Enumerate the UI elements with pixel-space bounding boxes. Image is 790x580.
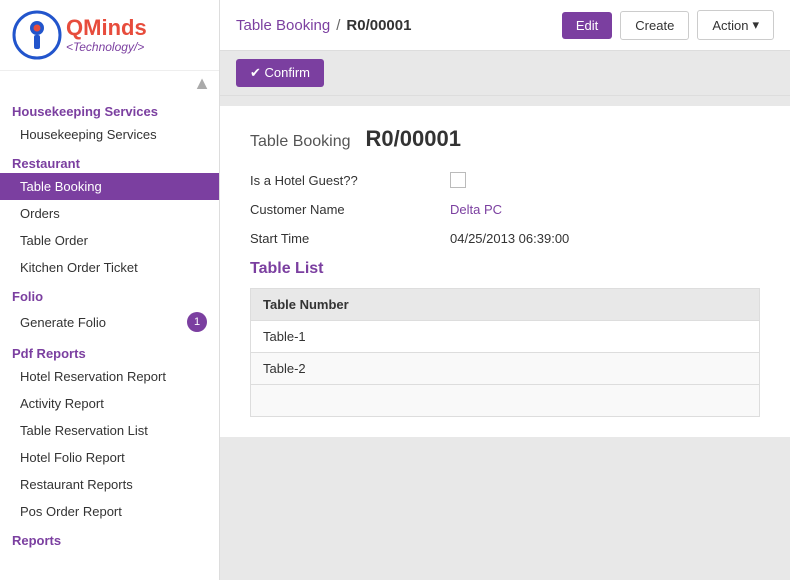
start-time-value: 04/25/2013 06:39:00 xyxy=(450,231,569,246)
sidebar-item-hotel-reservation-report[interactable]: Hotel Reservation Report xyxy=(0,363,219,390)
logo-tech: <Technology/> xyxy=(66,40,147,54)
table-row[interactable]: Table-1 xyxy=(251,321,760,353)
sidebar-item-table-order[interactable]: Table Order xyxy=(0,227,219,254)
sidebar-item-orders[interactable]: Orders xyxy=(0,200,219,227)
confirm-button[interactable]: ✔ Confirm xyxy=(236,59,324,87)
table-row[interactable]: Table-2 xyxy=(251,353,760,385)
start-time-label: Start Time xyxy=(250,231,430,246)
sidebar-item-activity-report[interactable]: Activity Report xyxy=(0,390,219,417)
sidebar-item-generate-folio[interactable]: Generate Folio 1 xyxy=(0,306,219,338)
customer-name-row: Customer Name Delta PC xyxy=(250,202,760,217)
main-content: Table Booking / R0/00001 Edit Create Act… xyxy=(220,0,790,580)
scroll-up-indicator: ▲ xyxy=(0,71,219,96)
sidebar-item-restaurant-reports[interactable]: Restaurant Reports xyxy=(0,471,219,498)
hotel-guest-label: Is a Hotel Guest?? xyxy=(250,173,430,188)
content-area: Table Booking R0/00001 Is a Hotel Guest?… xyxy=(220,96,790,580)
logo-minds: QMinds xyxy=(66,16,147,40)
record-label: Table Booking xyxy=(250,133,351,150)
table-list-title: Table List xyxy=(250,260,760,278)
customer-name-value[interactable]: Delta PC xyxy=(450,202,502,217)
actionbar: ✔ Confirm xyxy=(220,51,790,96)
logo-area: QMinds <Technology/> xyxy=(0,0,219,71)
create-button[interactable]: Create xyxy=(620,11,689,40)
sidebar: QMinds <Technology/> ▲ Housekeeping Serv… xyxy=(0,0,220,580)
record-title: Table Booking R0/00001 xyxy=(250,126,760,152)
breadcrumb-current: R0/00001 xyxy=(346,17,411,34)
logo-text: QMinds <Technology/> xyxy=(66,16,147,54)
edit-button[interactable]: Edit xyxy=(562,12,612,39)
sidebar-section-folio: Folio xyxy=(0,281,219,306)
action-button[interactable]: Action ▾ xyxy=(697,10,774,40)
chevron-down-icon: ▾ xyxy=(752,17,759,33)
topbar-actions: Edit Create Action ▾ xyxy=(562,10,774,40)
table-list-table: Table Number Table-1Table-2 xyxy=(250,288,760,417)
folio-badge: 1 xyxy=(187,312,207,332)
empty-cell xyxy=(251,385,760,417)
sidebar-item-housekeeping-services[interactable]: Housekeeping Services xyxy=(0,121,219,148)
action-button-label: Action xyxy=(712,18,748,33)
table-number-cell: Table-2 xyxy=(251,353,760,385)
topbar: Table Booking / R0/00001 Edit Create Act… xyxy=(220,0,790,51)
breadcrumb: Table Booking / R0/00001 xyxy=(236,17,411,34)
sidebar-item-table-reservation-list[interactable]: Table Reservation List xyxy=(0,417,219,444)
breadcrumb-link[interactable]: Table Booking xyxy=(236,17,330,34)
logo-icon xyxy=(12,10,62,60)
table-number-header: Table Number xyxy=(251,289,760,321)
sidebar-item-table-booking[interactable]: Table Booking xyxy=(0,173,219,200)
sidebar-item-pos-order-report[interactable]: Pos Order Report xyxy=(0,498,219,525)
start-time-row: Start Time 04/25/2013 06:39:00 xyxy=(250,231,760,246)
sidebar-item-hotel-folio-report[interactable]: Hotel Folio Report xyxy=(0,444,219,471)
hotel-guest-row: Is a Hotel Guest?? xyxy=(250,172,760,188)
breadcrumb-separator: / xyxy=(336,17,340,34)
table-row-empty xyxy=(251,385,760,417)
sidebar-section-housekeeping: Housekeeping Services xyxy=(0,96,219,121)
sidebar-section-pdf-reports: Pdf Reports xyxy=(0,338,219,363)
hotel-guest-checkbox[interactable] xyxy=(450,172,466,188)
sidebar-item-kitchen-order-ticket[interactable]: Kitchen Order Ticket xyxy=(0,254,219,281)
customer-name-label: Customer Name xyxy=(250,202,430,217)
generate-folio-label: Generate Folio xyxy=(20,315,106,330)
sidebar-section-restaurant: Restaurant xyxy=(0,148,219,173)
content-card: Table Booking R0/00001 Is a Hotel Guest?… xyxy=(220,106,790,437)
record-id: R0/00001 xyxy=(366,126,461,151)
sidebar-section-reports: Reports xyxy=(0,525,219,550)
table-number-cell: Table-1 xyxy=(251,321,760,353)
